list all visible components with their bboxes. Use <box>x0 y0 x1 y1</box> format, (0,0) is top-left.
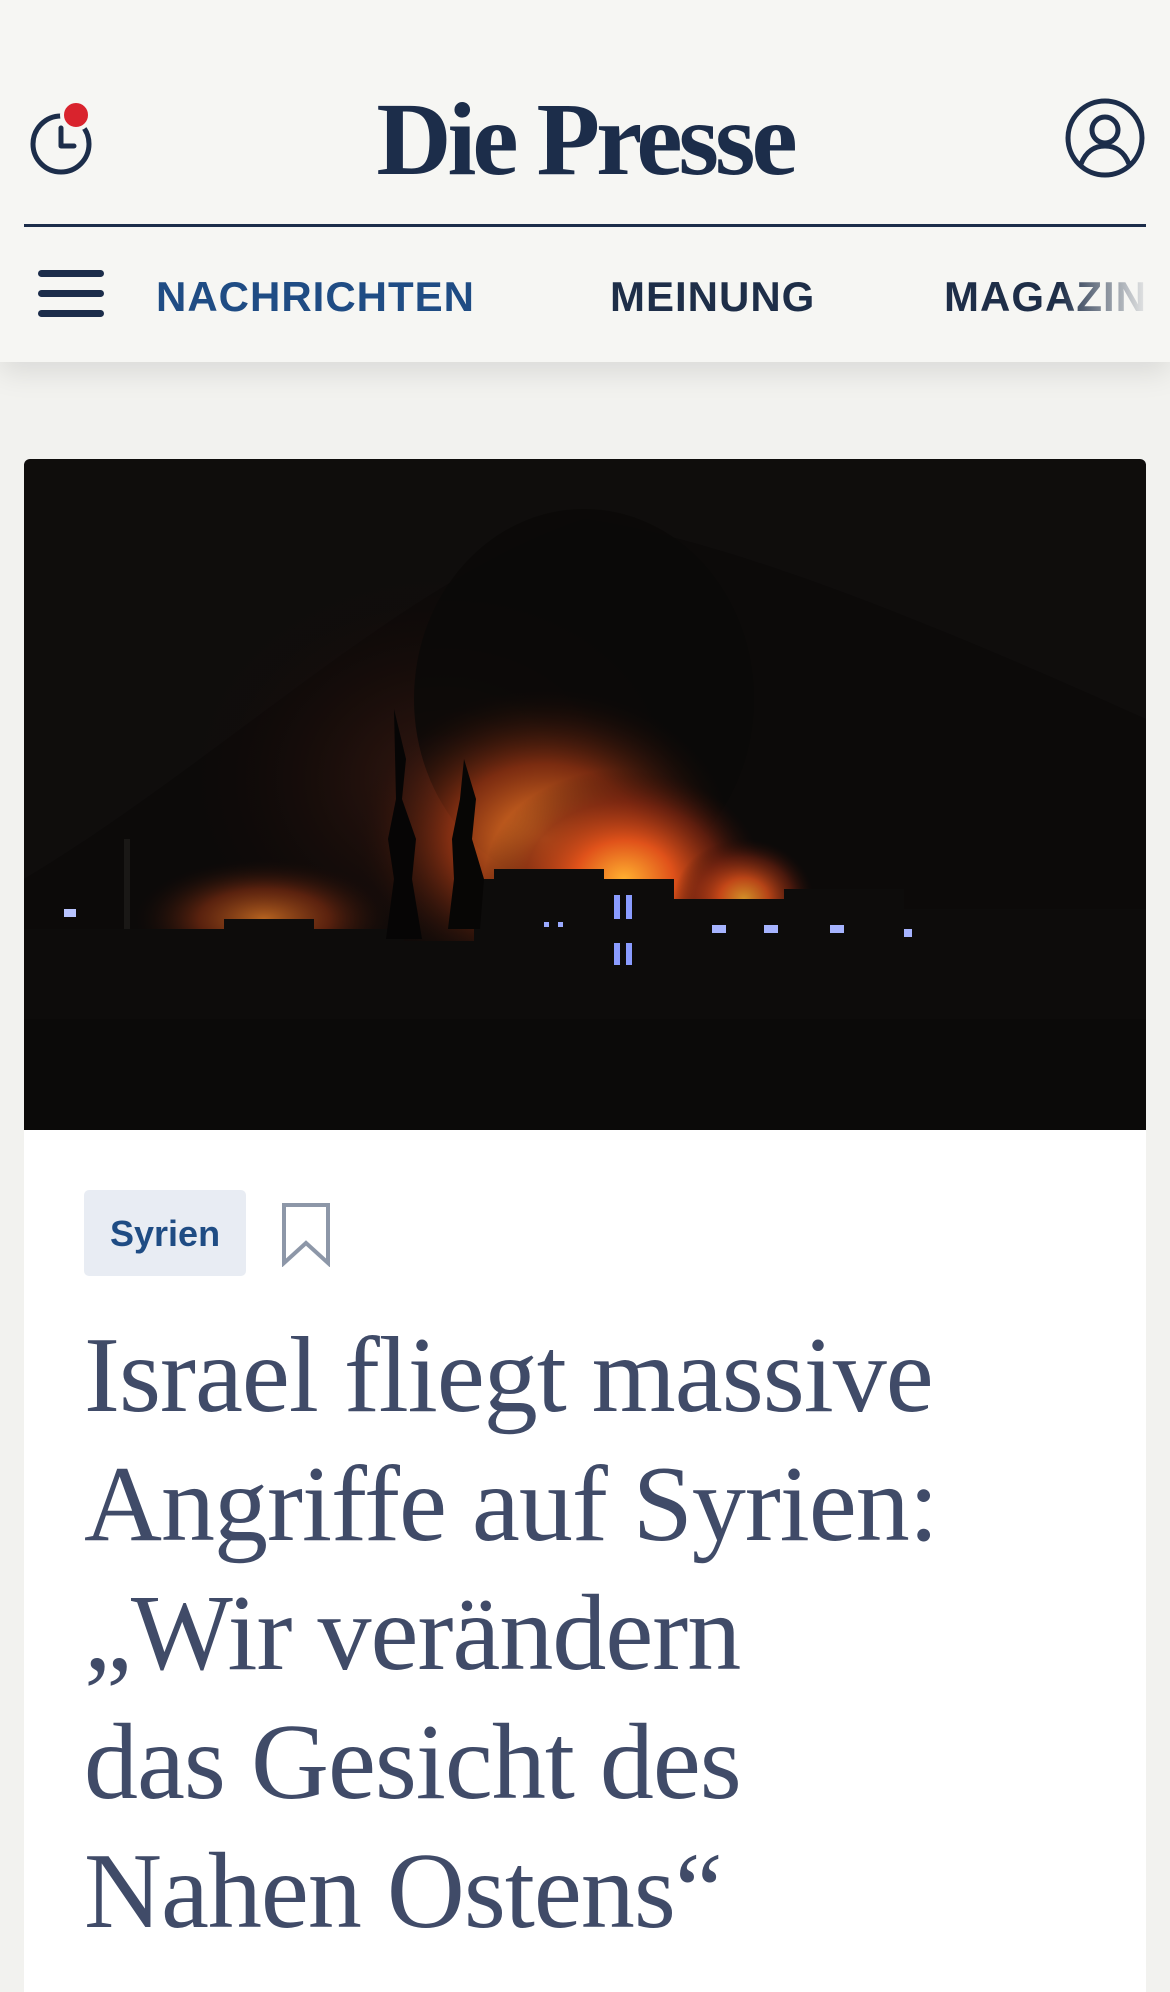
headline-line: Angriffe auf Syrien: <box>84 1445 939 1564</box>
headline-line: „Wir verändern <box>84 1574 741 1693</box>
nav-item-meinung[interactable]: MEINUNG <box>610 262 815 332</box>
main-navigation: NACHRICHTEN MEINUNG MAGAZIN <box>156 262 1170 332</box>
nav-item-nachrichten[interactable]: NACHRICHTEN <box>156 262 475 332</box>
article-headline[interactable]: Israel fliegt massive Angriffe auf Syrie… <box>84 1311 1084 1956</box>
site-header: Die Presse NACHRICHTEN MEINUNG MAGAZIN <box>0 0 1170 362</box>
bookmark-icon <box>282 1203 330 1268</box>
bookmark-button[interactable] <box>280 1201 332 1268</box>
header-divider <box>24 224 1146 227</box>
user-account-icon <box>1065 98 1145 178</box>
headline-line: das Gesicht des <box>84 1703 742 1822</box>
hamburger-menu-icon[interactable] <box>38 266 106 322</box>
article-card: Syrien Israel fliegt massive Angriffe au… <box>24 459 1146 1992</box>
headline-line: Israel fliegt massive <box>84 1316 934 1435</box>
article-category-tag[interactable]: Syrien <box>84 1190 247 1276</box>
site-logo[interactable]: Die Presse <box>0 80 1170 200</box>
headline-line: Nahen Ostens“ <box>84 1832 723 1951</box>
account-button[interactable] <box>1064 97 1146 179</box>
night-fire-photo <box>24 459 1146 1130</box>
nav-scroll-fade <box>1060 250 1170 340</box>
article-hero-image[interactable] <box>24 459 1146 1130</box>
